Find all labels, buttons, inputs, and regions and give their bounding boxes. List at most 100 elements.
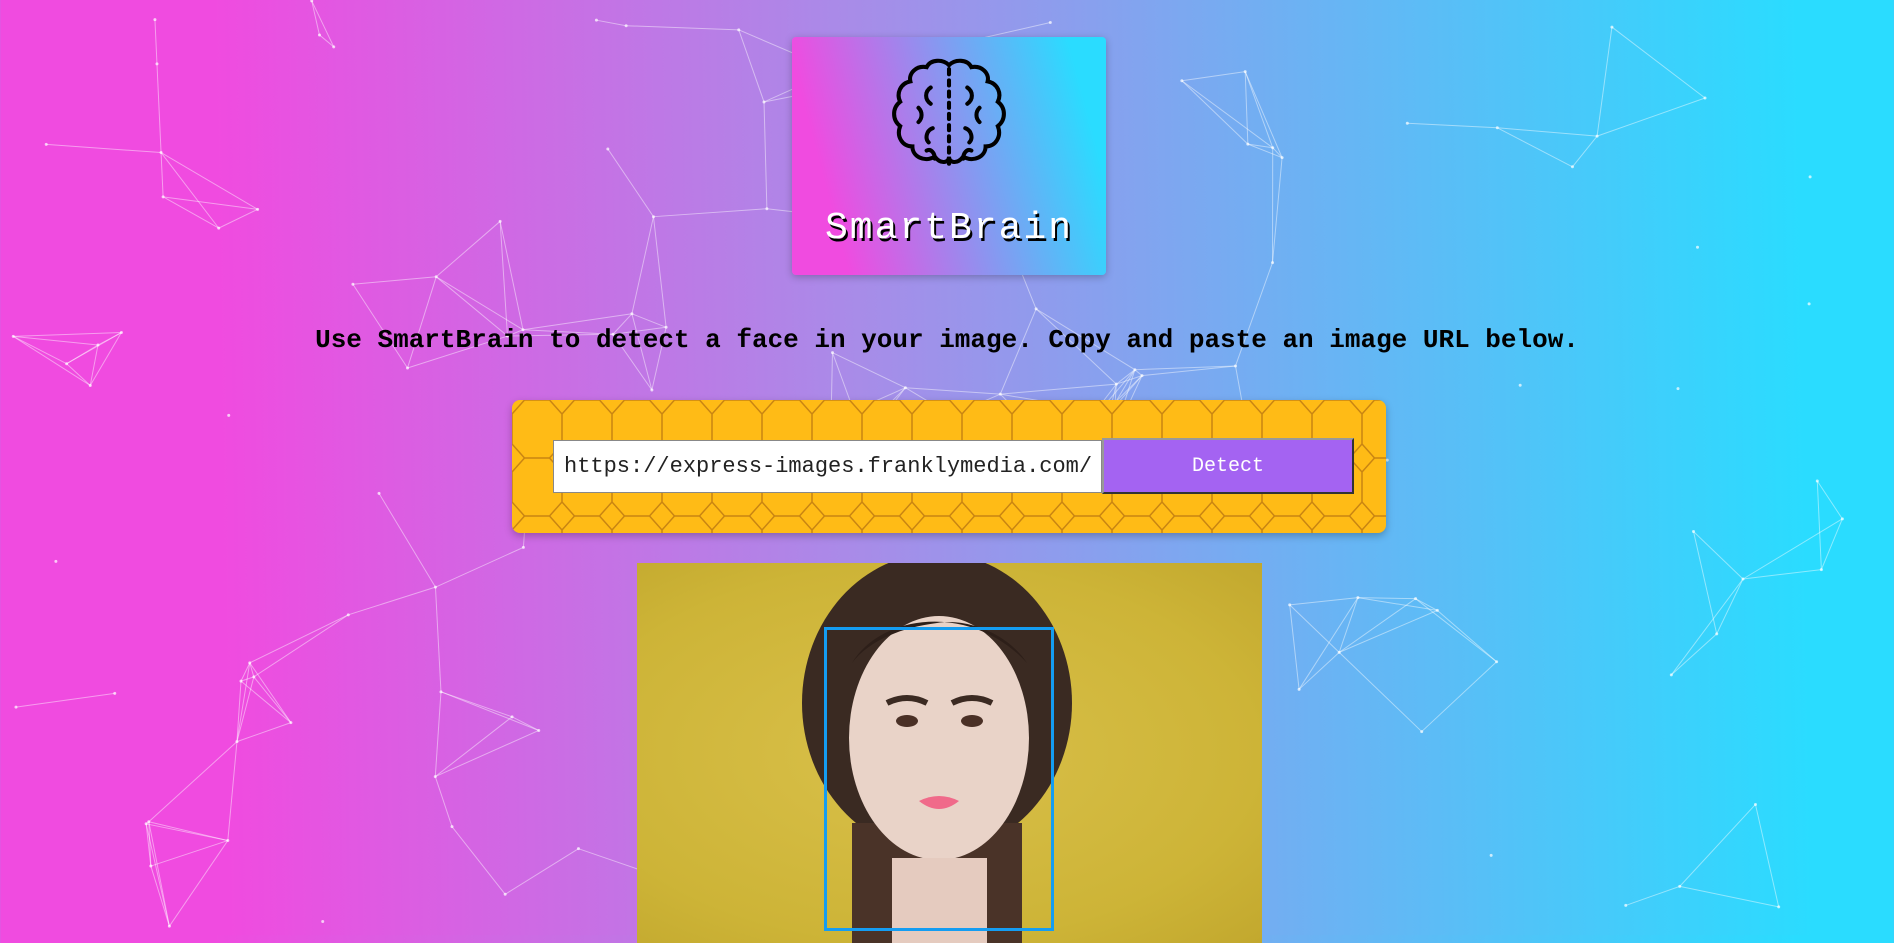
network-node [499,220,502,223]
network-node [451,825,454,828]
network-node [145,822,148,825]
network-node [763,100,766,103]
network-node [1741,577,1744,580]
network-node [147,820,150,823]
network-node [1298,688,1301,691]
network-node [1678,885,1681,888]
network-node [595,19,598,22]
network-node [1808,302,1811,305]
network-line [1680,886,1779,906]
network-node [240,680,243,683]
network-node [54,560,57,563]
network-node [1519,384,1522,387]
network-line [312,1,334,47]
network-line [151,866,170,926]
network-line [312,1,320,35]
network-line [250,615,349,663]
network-node [1356,596,1359,599]
network-line [1299,598,1358,690]
network-node [630,312,633,315]
network-line [237,723,291,742]
network-node [318,33,321,36]
network-line [1407,123,1497,128]
detect-button[interactable]: Detect [1102,438,1354,494]
network-line [1416,599,1497,662]
network-node [1234,364,1237,367]
network-line [1743,570,1821,579]
network-line [1182,81,1248,144]
network-node [1692,530,1695,533]
network-line [1821,519,1842,570]
network-node [765,207,768,210]
network-node [1035,307,1038,310]
network-line [653,209,766,217]
network-line [435,717,512,777]
network-node [434,775,437,778]
network-node [217,227,220,230]
brain-icon [888,57,1010,179]
network-line [653,217,666,328]
network-node [113,692,116,695]
network-line [436,277,523,330]
network-node [332,45,335,48]
network-node [289,721,292,724]
network-node [65,362,68,365]
network-node [1406,122,1409,125]
network-node [652,215,655,218]
network-line [435,547,523,587]
network-node [14,706,17,709]
network-line [237,663,250,742]
network-line [319,35,333,47]
network-node [625,24,628,27]
network-line [608,149,654,217]
network-line [146,824,228,841]
logo-card: SmartBrain [792,37,1106,275]
network-node [1288,603,1291,606]
network-line [1339,598,1358,653]
network-line [441,692,512,717]
network-node [434,586,437,589]
network-node [1715,632,1718,635]
network-node [248,661,251,664]
network-node [160,151,163,154]
network-line [250,663,291,723]
network-line [1497,128,1597,136]
network-node [577,847,580,850]
network-line [1693,531,1742,579]
network-line [146,824,169,926]
network-node [1133,368,1136,371]
network-line [1626,886,1680,905]
network-node [904,386,907,389]
network-node [1338,651,1341,654]
network-line [1817,481,1842,519]
network-node [737,28,740,31]
network-line [1671,634,1716,675]
network-line [161,153,163,197]
network-node [347,613,350,616]
network-line [241,681,291,722]
network-line [626,26,739,30]
network-node [252,675,255,678]
network-line [505,849,578,895]
network-node [321,920,324,923]
network-line [151,841,228,866]
network-line [1182,72,1245,81]
network-node [606,147,609,150]
app-title: SmartBrain [792,207,1106,250]
network-line [596,20,626,26]
network-line [149,742,237,822]
network-node [89,384,92,387]
network-node [1436,609,1439,612]
image-url-input[interactable] [553,440,1102,493]
network-node [1809,175,1812,178]
network-line [67,364,91,386]
network-line [1290,605,1339,653]
network-line [578,849,639,870]
network-line [632,217,654,314]
network-line [1572,136,1597,167]
network-node [1820,568,1823,571]
network-node [1676,387,1679,390]
network-line [435,692,441,777]
face-bounding-box [824,627,1054,931]
network-node [162,195,165,198]
